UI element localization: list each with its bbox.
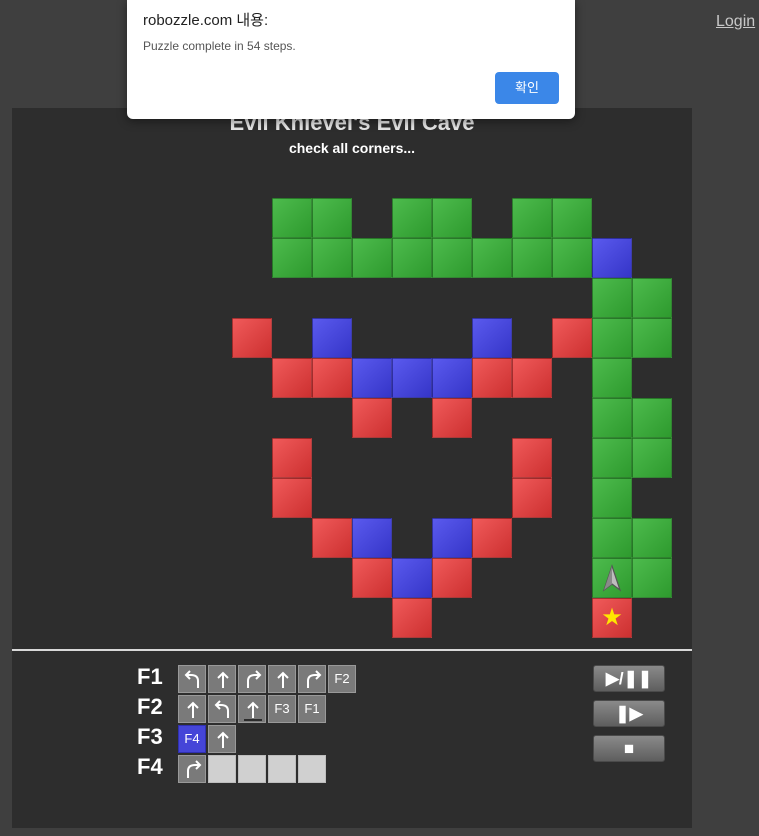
game-panel: ★ Evil Knievel's Evil Cave check all cor… bbox=[12, 108, 692, 828]
program-slot-f1-6[interactable]: F2 bbox=[328, 665, 356, 693]
board-tile-blue bbox=[352, 358, 392, 398]
program-slot-f4-4[interactable] bbox=[268, 755, 296, 783]
program-slot-f3-2[interactable] bbox=[208, 725, 236, 753]
board-tile-green bbox=[632, 558, 672, 598]
program-slot-f1-3[interactable] bbox=[238, 665, 266, 693]
play-pause-button[interactable]: ▶/❚❚ bbox=[593, 665, 665, 692]
board-tile-green bbox=[272, 198, 312, 238]
board-tile-green bbox=[632, 518, 672, 558]
dialog-message: Puzzle complete in 54 steps. bbox=[143, 39, 296, 53]
board-tile-red bbox=[432, 398, 472, 438]
board-tile-green bbox=[392, 198, 432, 238]
board-tile-green bbox=[432, 238, 472, 278]
board-tile-blue bbox=[392, 558, 432, 598]
program-slot-f2-5[interactable]: F1 bbox=[298, 695, 326, 723]
program-slot-f1-4[interactable] bbox=[268, 665, 296, 693]
board-tile-green bbox=[632, 438, 672, 478]
login-link[interactable]: Login bbox=[716, 13, 755, 31]
board-tile-green bbox=[392, 238, 432, 278]
program-slot-f3-1[interactable]: F4 bbox=[178, 725, 206, 753]
board-tile-green bbox=[272, 238, 312, 278]
function-label-f4: F4 bbox=[137, 754, 163, 779]
board-tile-red bbox=[512, 478, 552, 518]
board-tile-green bbox=[312, 238, 352, 278]
board-tile-blue bbox=[432, 518, 472, 558]
board-tile-green bbox=[552, 198, 592, 238]
program-slot-f4-1[interactable] bbox=[178, 755, 206, 783]
board-tile-green bbox=[632, 398, 672, 438]
program-slot-f2-2[interactable] bbox=[208, 695, 236, 723]
board-tile-red bbox=[392, 598, 432, 638]
program-slot-f1-1[interactable] bbox=[178, 665, 206, 693]
board-tile-green bbox=[592, 478, 632, 518]
board-tile-green bbox=[432, 198, 472, 238]
board-tile-red bbox=[512, 358, 552, 398]
stop-button[interactable]: ■ bbox=[593, 735, 665, 762]
board-tile-red bbox=[272, 438, 312, 478]
board-tile-green bbox=[352, 238, 392, 278]
board-tile-green bbox=[592, 518, 632, 558]
board-tile-blue bbox=[392, 358, 432, 398]
board-tile-green bbox=[592, 278, 632, 318]
board-tile-red bbox=[352, 398, 392, 438]
board-tile-red bbox=[512, 438, 552, 478]
board-tile-red bbox=[352, 558, 392, 598]
program-slot-f2-1[interactable] bbox=[178, 695, 206, 723]
board-tile-green bbox=[632, 278, 672, 318]
board-tile-blue bbox=[352, 518, 392, 558]
board-tile-green bbox=[592, 398, 632, 438]
board-tile-red bbox=[312, 358, 352, 398]
board-tile-green bbox=[472, 238, 512, 278]
board-tile-red bbox=[472, 518, 512, 558]
alert-dialog: robozzle.com 내용: Puzzle complete in 54 s… bbox=[127, 0, 575, 119]
program-slot-f4-5[interactable] bbox=[298, 755, 326, 783]
board-tile-blue bbox=[432, 358, 472, 398]
program-slot-f4-3[interactable] bbox=[238, 755, 266, 783]
board-tile-red bbox=[232, 318, 272, 358]
board-tile-blue bbox=[472, 318, 512, 358]
board-tile-red bbox=[272, 358, 312, 398]
program-slot-f2-4[interactable]: F3 bbox=[268, 695, 296, 723]
board-tile-blue bbox=[592, 238, 632, 278]
program-slot-f1-5[interactable] bbox=[298, 665, 326, 693]
board-tile-green bbox=[592, 358, 632, 398]
board-tile-red bbox=[472, 358, 512, 398]
board-tile-green bbox=[512, 238, 552, 278]
board-tile-green bbox=[592, 318, 632, 358]
board-tile-green bbox=[552, 238, 592, 278]
board-tile-green bbox=[312, 198, 352, 238]
board-tile-red bbox=[432, 558, 472, 598]
puzzle-board: ★ bbox=[12, 108, 692, 648]
board-divider bbox=[12, 649, 692, 651]
board-tile-red bbox=[272, 478, 312, 518]
program-slot-f1-2[interactable] bbox=[208, 665, 236, 693]
program-slot-f2-3[interactable] bbox=[238, 695, 266, 723]
star-icon: ★ bbox=[601, 604, 623, 631]
robot-arrow-icon bbox=[592, 558, 632, 598]
function-label-f1: F1 bbox=[137, 664, 163, 689]
dialog-ok-button[interactable]: 확인 bbox=[495, 72, 559, 104]
dialog-title: robozzle.com 내용: bbox=[143, 12, 269, 29]
step-button[interactable]: ❚▶ bbox=[593, 700, 665, 727]
board-tile-red bbox=[552, 318, 592, 358]
function-label-f3: F3 bbox=[137, 724, 163, 749]
board-tile-green bbox=[592, 438, 632, 478]
board-tile-red bbox=[312, 518, 352, 558]
program-slot-f4-2[interactable] bbox=[208, 755, 236, 783]
board-tile-green bbox=[632, 318, 672, 358]
function-label-f2: F2 bbox=[137, 694, 163, 719]
board-tile-blue bbox=[312, 318, 352, 358]
puzzle-subtitle: check all corners... bbox=[288, 140, 416, 156]
board-tile-green bbox=[512, 198, 552, 238]
